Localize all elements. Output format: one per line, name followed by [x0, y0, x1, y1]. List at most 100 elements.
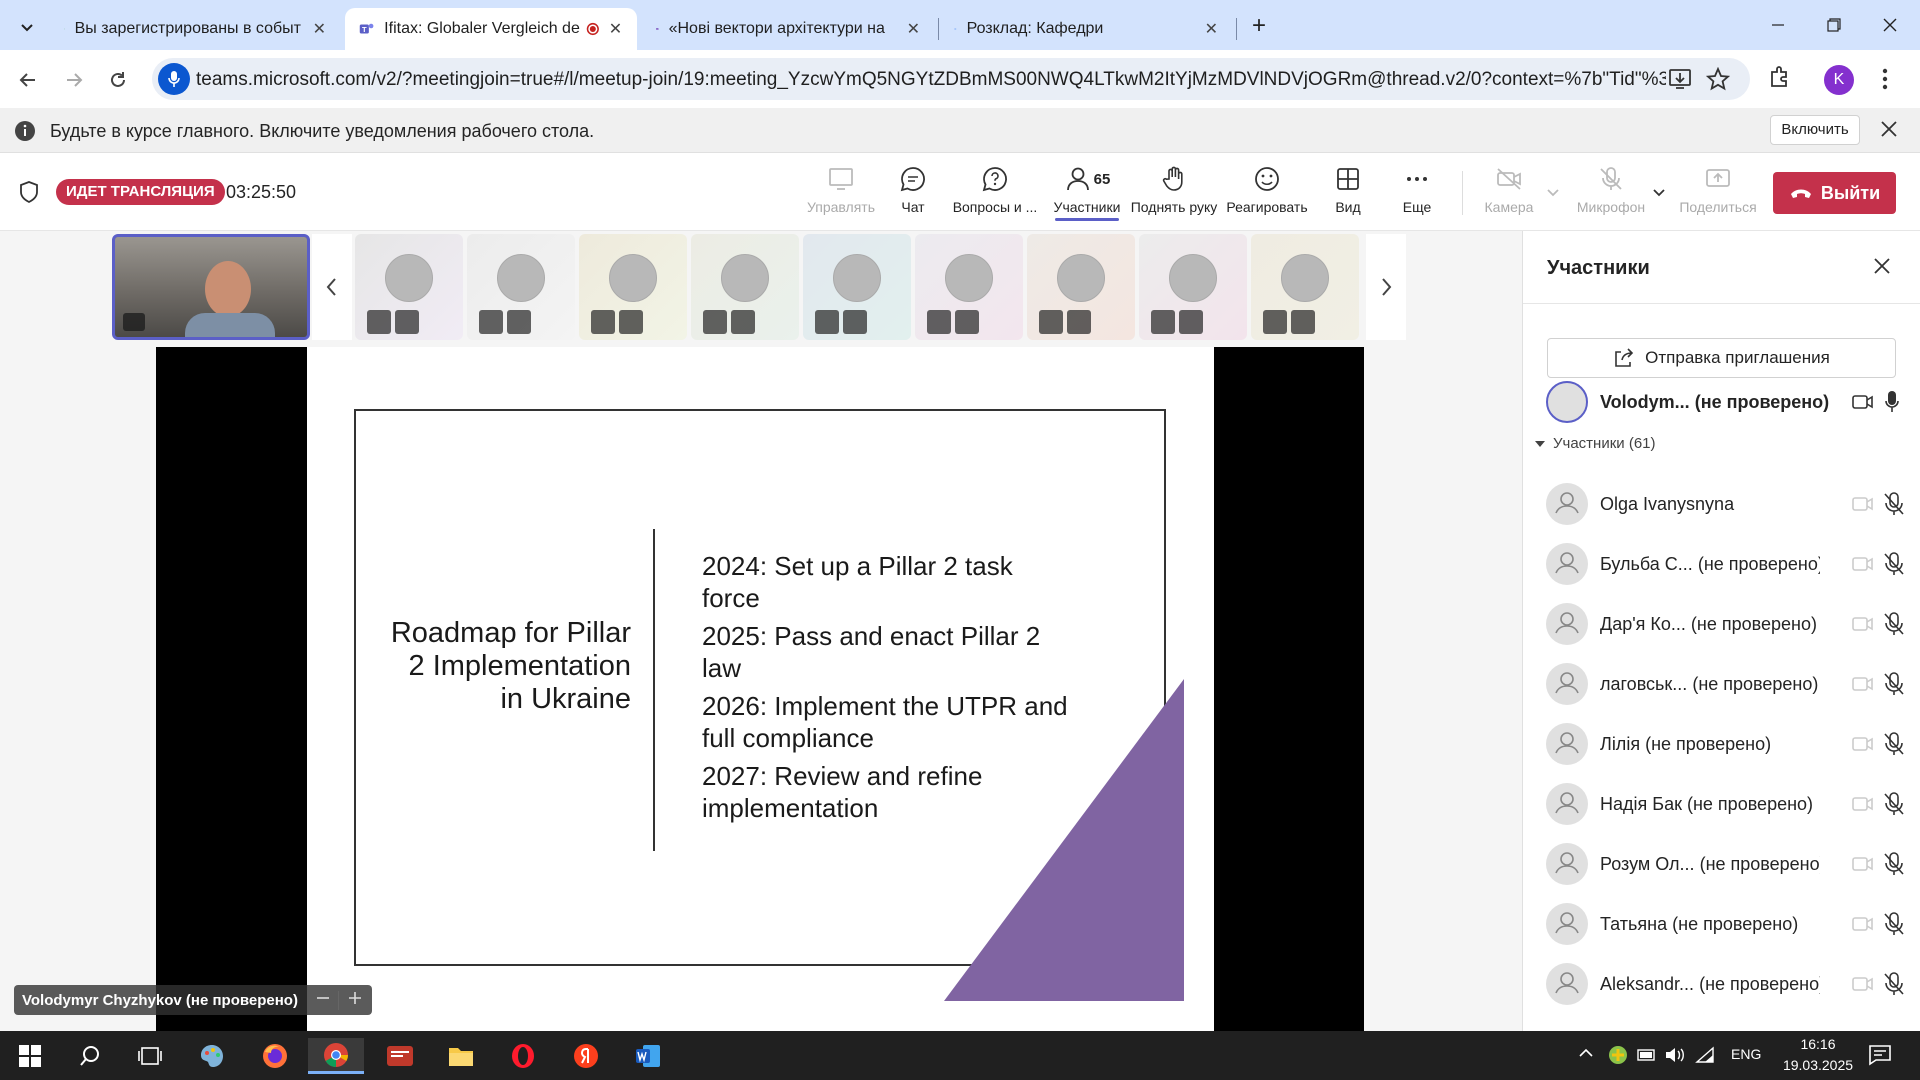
- participant-row[interactable]: Татьяна (не проверено): [1546, 899, 1906, 949]
- tab-close-icon[interactable]: ✕: [1205, 19, 1218, 39]
- shared-screen: Roadmap for Pillar 2 Implementation in U…: [156, 347, 1364, 1031]
- search-button[interactable]: [70, 1038, 110, 1074]
- thumbnails-prev-button[interactable]: [312, 234, 352, 340]
- microphone-off-icon: [1884, 912, 1904, 935]
- smiley-icon: [1255, 167, 1279, 191]
- chat-button[interactable]: Чат: [870, 165, 956, 215]
- tray-app-icon[interactable]: [1608, 1045, 1628, 1065]
- forward-button[interactable]: [58, 64, 90, 96]
- install-app-button[interactable]: [1668, 67, 1692, 91]
- network-icon[interactable]: [1695, 1046, 1715, 1064]
- participant-thumbnail[interactable]: [467, 234, 575, 340]
- notifications-center-button[interactable]: [1868, 1044, 1892, 1066]
- browser-tab-1[interactable]: T Ifitax: Globaler Vergleich de ✕: [345, 8, 637, 50]
- zoom-out-button[interactable]: [308, 991, 338, 1010]
- browser-menu-button[interactable]: [1880, 66, 1890, 92]
- browser-tab-3[interactable]: Розклад: Кафедри ✕: [940, 8, 1232, 50]
- participant-thumbnail[interactable]: [691, 234, 799, 340]
- camera-options-chevron[interactable]: [1546, 185, 1560, 199]
- participant-row[interactable]: Лілія (не проверено): [1546, 719, 1906, 769]
- notification-bar: Будьте в курсе главного. Включите уведом…: [0, 108, 1920, 153]
- opera-app[interactable]: [503, 1038, 543, 1074]
- zoom-in-button[interactable]: [337, 990, 372, 1010]
- participant-row[interactable]: Дар'я Ко... (не проверено): [1546, 599, 1906, 649]
- tray-overflow-button[interactable]: [1578, 1047, 1594, 1059]
- reload-button[interactable]: [102, 64, 134, 96]
- participant-self[interactable]: Volodym... (не проверено): [1546, 377, 1906, 427]
- participant-thumbnail[interactable]: [1139, 234, 1247, 340]
- back-button[interactable]: [12, 64, 44, 96]
- yandex-app[interactable]: [566, 1038, 606, 1074]
- participant-thumbnail[interactable]: [579, 234, 687, 340]
- tab-close-icon[interactable]: ✕: [907, 19, 920, 39]
- participant-thumbnail[interactable]: [1027, 234, 1135, 340]
- battery-icon[interactable]: [1637, 1046, 1657, 1064]
- chrome-app[interactable]: [308, 1038, 364, 1074]
- shield-icon[interactable]: [18, 180, 40, 204]
- new-tab-button[interactable]: +: [1244, 12, 1274, 40]
- close-window-button[interactable]: [1870, 8, 1910, 42]
- tab-search-button[interactable]: [12, 12, 42, 42]
- leave-button[interactable]: Выйти: [1773, 172, 1896, 214]
- raise-hand-button[interactable]: Поднять руку: [1130, 165, 1218, 215]
- participant-row[interactable]: лаговськ... (не проверено): [1546, 659, 1906, 709]
- tab-close-icon[interactable]: ✕: [608, 19, 623, 39]
- participant-row[interactable]: Надія Бак (не проверено): [1546, 779, 1906, 829]
- firefox-app[interactable]: [255, 1038, 295, 1074]
- minimize-button[interactable]: [1758, 8, 1798, 42]
- paint-app[interactable]: [192, 1038, 232, 1074]
- clock[interactable]: 16:16 19.03.2025: [1768, 1034, 1868, 1076]
- file-explorer-app[interactable]: [441, 1038, 481, 1074]
- restore-button[interactable]: [1814, 8, 1854, 42]
- microphone-button[interactable]: Микрофон: [1568, 165, 1654, 215]
- participant-row[interactable]: Розум Ол... (не проверено): [1546, 839, 1906, 889]
- word-app[interactable]: [628, 1038, 668, 1074]
- participant-thumbnail[interactable]: [915, 234, 1023, 340]
- task-view-button[interactable]: [130, 1038, 170, 1074]
- react-button[interactable]: Реагировать: [1224, 165, 1310, 215]
- microphone-active-indicator[interactable]: [158, 63, 190, 95]
- chrome-icon: [324, 1042, 348, 1067]
- microphone-off-icon: [1884, 792, 1904, 815]
- browser-tab-0[interactable]: Вы зарегистрированы в событ ✕: [50, 8, 340, 50]
- url-text[interactable]: teams.microsoft.com/v2/?meetingjoin=true…: [196, 69, 1666, 91]
- folder-icon: [449, 1048, 473, 1066]
- person-icon: [1546, 783, 1588, 825]
- participants-button[interactable]: 65 Участники: [1044, 165, 1130, 221]
- browser-tab-2[interactable]: «Нові вектори архітектури на ✕: [642, 8, 934, 50]
- camera-button[interactable]: Камера: [1466, 165, 1552, 215]
- enable-notifications-button[interactable]: Включить: [1770, 115, 1860, 145]
- firefox-icon: [263, 1044, 287, 1068]
- omnibox[interactable]: teams.microsoft.com/v2/?meetingjoin=true…: [152, 58, 1750, 100]
- send-invitation-button[interactable]: Отправка приглашения: [1547, 338, 1896, 378]
- mic-options-chevron[interactable]: [1652, 185, 1666, 199]
- participant-row[interactable]: Aleksandr... (не проверено): [1546, 959, 1906, 1009]
- start-button[interactable]: [10, 1038, 50, 1074]
- extensions-button[interactable]: [1767, 64, 1793, 90]
- dismiss-notification-button[interactable]: [1880, 120, 1898, 138]
- media-app[interactable]: [380, 1038, 420, 1074]
- microphone-off-icon: [1884, 732, 1904, 755]
- qa-button[interactable]: Вопросы и ...: [952, 165, 1038, 215]
- participant-thumbnail[interactable]: [1251, 234, 1359, 340]
- thumbnails-next-button[interactable]: [1366, 234, 1406, 340]
- participant-row[interactable]: Бульба С... (не проверено): [1546, 539, 1906, 589]
- volume-icon[interactable]: [1664, 1046, 1686, 1064]
- participant-row[interactable]: Olga Ivanysnyna: [1546, 479, 1906, 529]
- participants-section-header[interactable]: Участники (61): [1533, 435, 1656, 452]
- bookmark-button[interactable]: [1706, 67, 1730, 91]
- plus-icon: [349, 991, 362, 1004]
- profile-avatar[interactable]: K: [1824, 65, 1854, 95]
- person-icon: [1546, 843, 1588, 885]
- microphone-off-icon: [843, 310, 867, 334]
- input-language[interactable]: ENG: [1731, 1046, 1761, 1062]
- participant-thumbnail[interactable]: [803, 234, 911, 340]
- close-panel-button[interactable]: [1873, 257, 1891, 275]
- participant-thumbnail[interactable]: [355, 234, 463, 340]
- person-icon: [1546, 963, 1588, 1005]
- tab-close-icon[interactable]: ✕: [313, 19, 326, 39]
- minus-icon: [316, 996, 329, 999]
- presenter-video-thumbnail[interactable]: [112, 234, 310, 340]
- more-button[interactable]: Еще: [1374, 165, 1460, 215]
- share-button[interactable]: Поделиться: [1675, 165, 1761, 215]
